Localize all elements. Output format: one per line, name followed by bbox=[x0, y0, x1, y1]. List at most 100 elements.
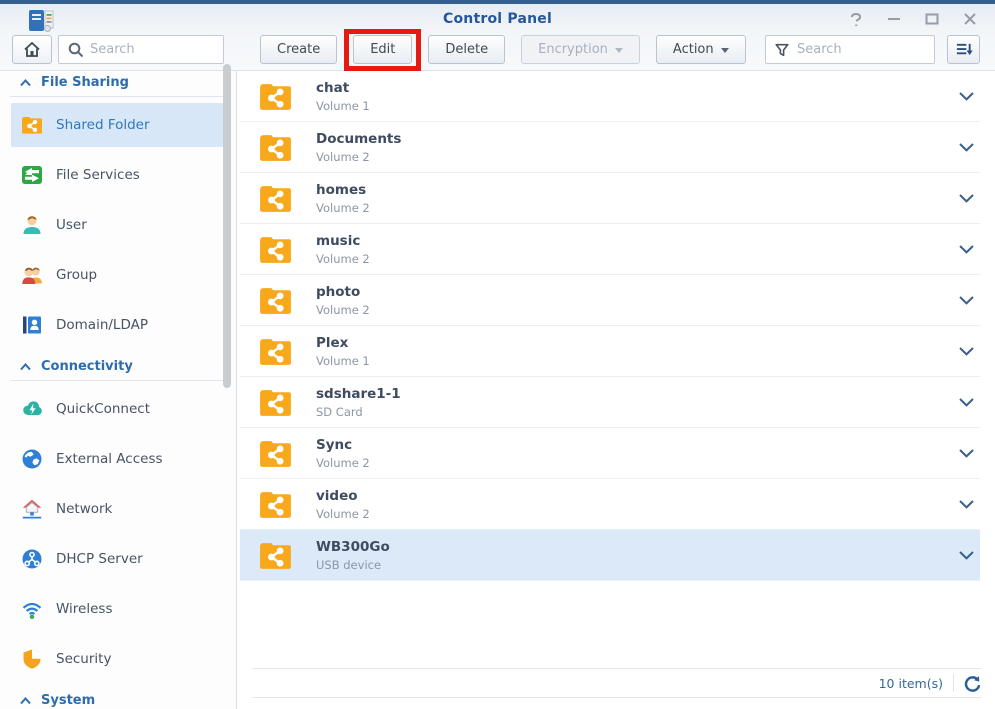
sidebar-item-wireless[interactable]: Wireless bbox=[11, 587, 224, 631]
folder-name: WB300Go bbox=[316, 539, 390, 555]
folder-name: Documents bbox=[316, 131, 401, 147]
section-label: File Sharing bbox=[41, 75, 129, 90]
user-icon bbox=[20, 213, 44, 237]
chevron-down-icon[interactable] bbox=[959, 551, 974, 560]
caret-down-icon bbox=[721, 48, 729, 53]
network-icon bbox=[20, 497, 44, 521]
minimize-icon[interactable] bbox=[885, 10, 903, 28]
shared-folder-icon bbox=[257, 333, 294, 370]
chevron-down-icon[interactable] bbox=[959, 143, 974, 152]
chevron-down-icon[interactable] bbox=[959, 347, 974, 356]
sort-list-icon bbox=[955, 41, 973, 58]
chevron-down-icon[interactable] bbox=[959, 245, 974, 254]
chevron-up-icon bbox=[20, 79, 31, 87]
folder-location: Volume 2 bbox=[316, 507, 370, 521]
home-icon bbox=[22, 40, 42, 59]
folder-name: chat bbox=[316, 80, 370, 96]
footer-divider bbox=[953, 674, 954, 692]
folder-location: Volume 1 bbox=[316, 99, 370, 113]
sidebar-item-shared-folder[interactable]: Shared Folder bbox=[11, 103, 224, 147]
section-label: System bbox=[41, 693, 95, 708]
sidebar-item-label: DHCP Server bbox=[56, 551, 143, 567]
section-header-system[interactable]: System bbox=[10, 693, 223, 709]
action-dropdown-button[interactable]: Action bbox=[656, 35, 746, 64]
folder-row-sdshare1-1[interactable]: sdshare1-1 SD Card bbox=[240, 377, 980, 428]
sidebar-item-network[interactable]: Network bbox=[11, 487, 224, 531]
help-icon[interactable] bbox=[847, 10, 865, 28]
shared-folder-icon bbox=[257, 78, 294, 115]
sidebar-item-label: File Services bbox=[56, 167, 140, 183]
chevron-down-icon[interactable] bbox=[959, 449, 974, 458]
toolbar: Create Edit Delete Encryption Action bbox=[260, 35, 746, 64]
folder-row-documents[interactable]: Documents Volume 2 bbox=[240, 122, 980, 173]
control-panel-window: Control Panel Create Edit bbox=[0, 0, 995, 709]
sidebar-item-quickconnect[interactable]: QuickConnect bbox=[11, 387, 224, 431]
shared-folder-icon bbox=[257, 231, 294, 268]
sidebar-item-user[interactable]: User bbox=[11, 203, 224, 247]
create-button[interactable]: Create bbox=[260, 35, 337, 64]
sidebar-item-domain-ldap[interactable]: Domain/LDAP bbox=[11, 303, 224, 347]
sidebar-search-input[interactable] bbox=[90, 42, 215, 57]
section-label: Connectivity bbox=[41, 359, 133, 374]
shared-folder-icon bbox=[257, 282, 294, 319]
folder-row-sync[interactable]: Sync Volume 2 bbox=[240, 428, 980, 479]
folder-name: sdshare1-1 bbox=[316, 386, 401, 402]
window-title: Control Panel bbox=[0, 11, 995, 27]
sidebar-item-label: Network bbox=[56, 501, 112, 517]
sidebar-scrollbar-thumb[interactable] bbox=[223, 64, 231, 388]
action-label: Action bbox=[673, 42, 714, 57]
delete-button[interactable]: Delete bbox=[428, 35, 505, 64]
chevron-down-icon[interactable] bbox=[959, 296, 974, 305]
folder-row-video[interactable]: video Volume 2 bbox=[240, 479, 980, 530]
edit-button[interactable]: Edit bbox=[353, 35, 412, 64]
shared-folder-icon bbox=[257, 435, 294, 472]
sidebar-item-label: Domain/LDAP bbox=[56, 317, 148, 333]
shared-folder-icon bbox=[257, 537, 294, 574]
caret-down-icon bbox=[615, 48, 623, 53]
group-icon bbox=[20, 263, 44, 287]
sidebar-item-group[interactable]: Group bbox=[11, 253, 224, 297]
sidebar-item-file-services[interactable]: File Services bbox=[11, 153, 224, 197]
external-access-icon bbox=[20, 447, 44, 471]
sidebar-search-box bbox=[58, 35, 224, 64]
chevron-down-icon[interactable] bbox=[959, 194, 974, 203]
shared-folder-list: chat Volume 1 Documents Volume 2 homes V… bbox=[238, 71, 995, 709]
sidebar-item-dhcp-server[interactable]: DHCP Server bbox=[11, 537, 224, 581]
folder-location: Volume 2 bbox=[316, 201, 370, 215]
section-header-connectivity[interactable]: Connectivity bbox=[10, 359, 223, 381]
list-footer: 10 item(s) bbox=[252, 668, 981, 698]
chevron-down-icon[interactable] bbox=[959, 92, 974, 101]
home-button[interactable] bbox=[12, 35, 52, 64]
sidebar-item-external-access[interactable]: External Access bbox=[11, 437, 224, 481]
sidebar-item-security[interactable]: Security bbox=[11, 637, 224, 681]
section-header-file-sharing[interactable]: File Sharing bbox=[10, 75, 223, 97]
maximize-icon[interactable] bbox=[923, 10, 941, 28]
folder-row-photo[interactable]: photo Volume 2 bbox=[240, 275, 980, 326]
sidebar-item-label: Group bbox=[56, 267, 97, 283]
folder-name: video bbox=[316, 488, 370, 504]
refresh-button[interactable] bbox=[964, 675, 981, 692]
filter-funnel-icon bbox=[774, 42, 790, 58]
sidebar-item-label: User bbox=[56, 217, 87, 233]
folder-row-plex[interactable]: Plex Volume 1 bbox=[240, 326, 980, 377]
folder-location: Volume 2 bbox=[316, 456, 370, 470]
refresh-icon bbox=[964, 675, 981, 692]
security-icon bbox=[20, 647, 44, 671]
folder-location: Volume 2 bbox=[316, 150, 401, 164]
folder-name: homes bbox=[316, 182, 370, 198]
sort-list-button[interactable] bbox=[947, 35, 980, 64]
folder-row-chat[interactable]: chat Volume 1 bbox=[240, 71, 980, 122]
close-icon[interactable] bbox=[961, 10, 979, 28]
folder-location: Volume 2 bbox=[316, 252, 370, 266]
dhcp-server-icon bbox=[20, 547, 44, 571]
folder-row-music[interactable]: music Volume 2 bbox=[240, 224, 980, 275]
chevron-down-icon[interactable] bbox=[959, 398, 974, 407]
quickconnect-icon bbox=[20, 397, 44, 421]
encryption-dropdown-button[interactable]: Encryption bbox=[521, 35, 640, 64]
filter-search-input[interactable] bbox=[797, 42, 926, 57]
folder-row-homes[interactable]: homes Volume 2 bbox=[240, 173, 980, 224]
folder-location: SD Card bbox=[316, 405, 401, 419]
search-icon bbox=[67, 41, 84, 58]
folder-row-wb300go[interactable]: WB300Go USB device bbox=[240, 530, 980, 581]
chevron-down-icon[interactable] bbox=[959, 500, 974, 509]
